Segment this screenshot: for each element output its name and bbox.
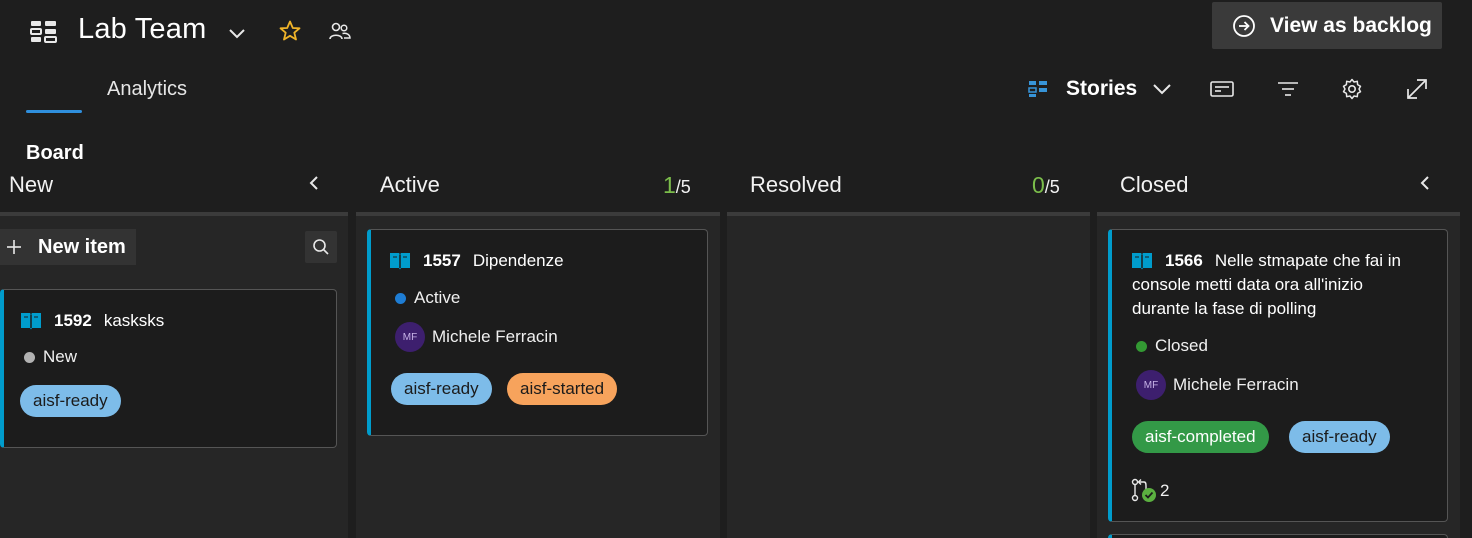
avatar: MF bbox=[395, 322, 425, 352]
star-icon[interactable] bbox=[278, 19, 302, 43]
column-divider bbox=[356, 212, 720, 216]
state-dot bbox=[395, 292, 406, 304]
wip-max: /5 bbox=[1044, 177, 1060, 197]
work-item-card[interactable] bbox=[1108, 534, 1448, 538]
state-dot bbox=[24, 351, 35, 363]
arrow-circle-right-icon bbox=[1233, 14, 1255, 37]
user-story-icon bbox=[1132, 253, 1152, 270]
work-item-state: Closed bbox=[1136, 336, 1208, 356]
work-item-title-line[interactable]: durante la fase di polling bbox=[1132, 297, 1316, 321]
search-icon bbox=[313, 239, 329, 255]
work-item-state: New bbox=[24, 347, 77, 367]
tag[interactable]: aisf-completed bbox=[1132, 421, 1269, 453]
work-item-id: 1566 bbox=[1165, 251, 1203, 270]
new-item-button[interactable]: New item bbox=[0, 229, 136, 265]
active-tab-indicator bbox=[26, 110, 82, 113]
pull-request-indicator[interactable]: 2 bbox=[1130, 478, 1169, 504]
chevron-down-icon bbox=[1153, 84, 1171, 95]
wip-limit: 1/5 bbox=[663, 172, 691, 199]
wip-max: /5 bbox=[675, 177, 691, 197]
work-item-card[interactable]: 1566 Nelle stmapate che fai in console m… bbox=[1108, 229, 1448, 522]
work-item-title[interactable]: Dipendenze bbox=[473, 249, 564, 273]
assignee-name: Michele Ferracin bbox=[1173, 375, 1299, 394]
collapse-column-icon[interactable] bbox=[306, 174, 324, 192]
column-resolved bbox=[727, 215, 1090, 538]
work-item-id: 1557 bbox=[423, 251, 461, 270]
wip-current: 1 bbox=[663, 172, 676, 198]
work-item-card[interactable]: 1592 kasksks New aisf-ready bbox=[0, 289, 337, 448]
column-divider bbox=[1097, 212, 1460, 216]
board-header: Lab Team View as backlog Board Analytics… bbox=[0, 0, 1472, 538]
gear-icon[interactable] bbox=[1339, 76, 1365, 102]
column-divider bbox=[727, 212, 1090, 216]
view-as-backlog-button[interactable]: View as backlog bbox=[1212, 2, 1442, 49]
team-members-icon[interactable] bbox=[328, 20, 352, 44]
avatar: MF bbox=[1136, 370, 1166, 400]
column-title-new: New bbox=[9, 172, 54, 197]
column-title-resolved: Resolved bbox=[750, 172, 842, 197]
state-label: New bbox=[43, 347, 78, 366]
pull-request-count: 2 bbox=[1160, 481, 1170, 500]
wip-limit: 0/5 bbox=[1032, 172, 1060, 199]
new-item-label: New item bbox=[38, 235, 126, 258]
work-item-title[interactable]: kasksks bbox=[104, 309, 164, 333]
state-dot bbox=[1136, 340, 1147, 352]
tag[interactable]: aisf-ready bbox=[391, 373, 492, 405]
search-button[interactable] bbox=[305, 231, 337, 263]
state-label: Active bbox=[414, 288, 461, 307]
assignee[interactable]: MF Michele Ferracin bbox=[395, 322, 558, 352]
team-board-icon bbox=[30, 21, 57, 43]
work-item-title-line[interactable]: Nelle stmapate che fai in bbox=[1215, 249, 1401, 273]
view-as-backlog-label: View as backlog bbox=[1270, 13, 1432, 37]
column-divider bbox=[0, 212, 348, 216]
card-fields-icon[interactable] bbox=[1209, 76, 1235, 102]
work-item-card[interactable]: 1557 Dipendenze Active MF Michele Ferrac… bbox=[367, 229, 708, 436]
work-item-id: 1592 bbox=[54, 311, 92, 330]
board-icon bbox=[1028, 81, 1047, 97]
collapse-column-icon[interactable] bbox=[1417, 174, 1435, 192]
backlog-level-selector[interactable]: Stories bbox=[1028, 77, 1173, 101]
column-title-closed: Closed bbox=[1120, 172, 1189, 197]
chevron-down-icon[interactable] bbox=[226, 22, 248, 44]
filter-icon[interactable] bbox=[1275, 76, 1301, 102]
tag[interactable]: aisf-started bbox=[507, 373, 618, 405]
work-item-title-line[interactable]: console metti data ora all'inizio bbox=[1132, 273, 1363, 297]
tab-analytics[interactable]: Analytics bbox=[107, 78, 187, 101]
tag[interactable]: aisf-ready bbox=[1289, 421, 1390, 453]
tag[interactable]: aisf-ready bbox=[20, 385, 121, 417]
pull-request-icon bbox=[1131, 478, 1156, 502]
team-name[interactable]: Lab Team bbox=[78, 13, 206, 46]
plus-icon bbox=[7, 240, 21, 254]
work-item-state: Active bbox=[395, 288, 460, 308]
user-story-icon bbox=[390, 253, 410, 270]
assignee[interactable]: MF Michele Ferracin bbox=[1136, 370, 1299, 400]
wip-current: 0 bbox=[1032, 172, 1045, 198]
backlog-level-label: Stories bbox=[1066, 77, 1138, 100]
fullscreen-icon[interactable] bbox=[1404, 76, 1430, 102]
state-label: Closed bbox=[1155, 336, 1208, 355]
assignee-name: Michele Ferracin bbox=[432, 327, 558, 346]
user-story-icon bbox=[21, 313, 41, 330]
column-title-active: Active bbox=[380, 172, 440, 197]
